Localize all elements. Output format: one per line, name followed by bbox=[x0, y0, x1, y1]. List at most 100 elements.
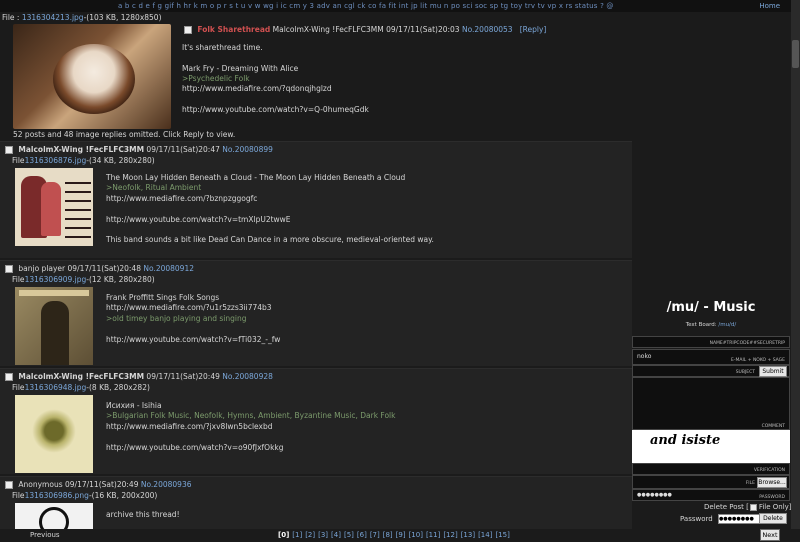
page-link[interactable]: [5] bbox=[344, 531, 354, 539]
reply-line bbox=[106, 432, 606, 442]
comment-textarea[interactable]: COMMENT bbox=[632, 377, 790, 430]
page-link[interactable]: [6] bbox=[357, 531, 367, 539]
submit-button[interactable]: Submit bbox=[759, 366, 787, 377]
delete-password-input[interactable]: ●●●●●●●● bbox=[717, 514, 760, 524]
reply-greentext: >old timey banjo playing and singing bbox=[106, 313, 247, 323]
op-file-label: File : bbox=[2, 13, 22, 22]
delete-post-row: Delete Post [File Only] bbox=[704, 503, 792, 511]
op-thumbnail-image[interactable] bbox=[13, 24, 171, 129]
reply-file-info: File1316306948.jpg-(8 KB, 280x282) bbox=[12, 383, 150, 392]
text-board-link[interactable]: /mu/d/ bbox=[718, 322, 736, 328]
board-title: /mu/ - Music bbox=[666, 300, 756, 315]
page-link[interactable]: [11] bbox=[426, 531, 440, 539]
subject-row: SUBJECT Submit bbox=[632, 365, 790, 377]
browse-button[interactable]: Browse... bbox=[757, 477, 787, 488]
reply-thumbnail-image[interactable] bbox=[15, 395, 93, 473]
post-form-panel: /mu/ - Music Text Board: /mu/d/ NAME#TRI… bbox=[632, 300, 792, 530]
op-line: It's sharethread time. bbox=[182, 43, 263, 52]
reply-link[interactable]: http://www.mediafire.com/?bznpzggogfc bbox=[106, 194, 606, 204]
delete-post-label: Delete Post [ bbox=[704, 503, 749, 511]
page-link[interactable]: [13] bbox=[461, 531, 475, 539]
delete-password-label: Password bbox=[680, 515, 713, 523]
delete-button[interactable]: Delete bbox=[759, 513, 787, 524]
reply-line: The Moon Lay Hidden Beneath a Cloud - Th… bbox=[106, 173, 406, 182]
page-link[interactable]: [1] bbox=[292, 531, 302, 539]
op-link[interactable]: http://www.mediafire.com/?qdonqjhglzd bbox=[182, 84, 612, 94]
reply-link[interactable]: http://www.youtube.com/watch?v=o90fJxfOk… bbox=[106, 443, 606, 453]
scrollbar-thumb[interactable] bbox=[792, 40, 799, 68]
reply-poster-name: Anonymous bbox=[18, 480, 63, 489]
op-post-number[interactable]: No.20080053 bbox=[462, 25, 513, 34]
previous-label: Previous bbox=[30, 531, 60, 539]
file-label: FILE bbox=[745, 481, 755, 486]
reply-header: banjo player 09/17/11(Sat)20:48 No.20080… bbox=[5, 264, 194, 273]
board-list[interactable]: a b c d e f g gif h hr k m o p r s t u v… bbox=[118, 0, 614, 12]
page-link[interactable]: [12] bbox=[443, 531, 457, 539]
reply-file-info: File1316306876.jpg-(34 KB, 280x280) bbox=[12, 156, 155, 165]
name-label: NAME#TRIPCODE##SECURETRIP bbox=[709, 341, 785, 346]
scrollbar[interactable] bbox=[791, 0, 800, 542]
page-link[interactable]: [9] bbox=[396, 531, 406, 539]
text-board-label: Text Board: bbox=[685, 322, 719, 328]
board-navigation-bar: a b c d e f g gif h hr k m o p r s t u v… bbox=[0, 0, 800, 12]
page-link[interactable]: [15] bbox=[495, 531, 509, 539]
comment-label: COMMENT bbox=[761, 424, 785, 429]
page-list: [0] [1] [2] [3] [4] [5] [6] [7] [8] [9] [10] [11] [1… bbox=[278, 529, 513, 541]
reply-link[interactable]: http://www.mediafire.com/?jxv8lwn5bclexb… bbox=[106, 422, 606, 432]
op-delete-checkbox[interactable] bbox=[184, 26, 192, 34]
captcha-text: and isiste bbox=[650, 433, 721, 448]
verification-row[interactable]: VERIFICATION bbox=[632, 463, 790, 475]
page-link[interactable]: [0] bbox=[278, 531, 289, 539]
reply-poster-name: banjo player bbox=[18, 264, 66, 273]
page-link[interactable]: [7] bbox=[370, 531, 380, 539]
page-link[interactable]: [2] bbox=[305, 531, 315, 539]
reply-link[interactable]: http://www.youtube.com/watch?v=tmXlpU2tw… bbox=[106, 215, 606, 225]
op-reply-link[interactable]: [Reply] bbox=[520, 25, 547, 34]
password-input[interactable]: ●●●●●●●● bbox=[635, 491, 672, 500]
reply-delete-checkbox[interactable] bbox=[5, 265, 13, 273]
reply-thumbnail-image[interactable] bbox=[15, 168, 93, 246]
reply-file-meta: -(8 KB, 280x282) bbox=[86, 383, 150, 392]
reply-file-link[interactable]: 1316306948.jpg bbox=[25, 383, 87, 392]
coffee-cup-image bbox=[53, 44, 135, 114]
name-row: NAME#TRIPCODE##SECURETRIP bbox=[632, 336, 790, 348]
reply-line: This band sounds a bit like Dead Can Dan… bbox=[106, 235, 434, 245]
reply-delete-checkbox[interactable] bbox=[5, 481, 13, 489]
reply-post-number[interactable]: No.20080928 bbox=[222, 372, 273, 381]
reply-post: MalcolmX-Wing !FecFLFC3MM 09/17/11(Sat)2… bbox=[0, 368, 632, 474]
reply-line bbox=[106, 324, 606, 334]
email-label: E-MAIL + NOKO + SAGE bbox=[731, 358, 785, 363]
ornament-emblem bbox=[32, 409, 76, 453]
op-file-meta: -(103 KB, 1280x850) bbox=[83, 13, 162, 22]
page-link[interactable]: [3] bbox=[318, 531, 328, 539]
reply-delete-checkbox[interactable] bbox=[5, 146, 13, 154]
reply-post-number[interactable]: No.20080899 bbox=[222, 145, 273, 154]
op-link[interactable]: http://www.youtube.com/watch?v=Q-0humeqG… bbox=[182, 105, 612, 115]
op-file-link[interactable]: 1316304213.jpg bbox=[22, 13, 84, 22]
reply-header: MalcolmX-Wing !FecFLFC3MM 09/17/11(Sat)2… bbox=[5, 372, 273, 381]
op-line bbox=[182, 53, 612, 63]
reply-delete-checkbox[interactable] bbox=[5, 373, 13, 381]
reply-file-link[interactable]: 1316306876.jpg bbox=[25, 156, 87, 165]
reply-link[interactable]: http://www.youtube.com/watch?v=fTi032_-_… bbox=[106, 335, 606, 345]
home-link[interactable]: Home bbox=[759, 0, 780, 12]
page-link[interactable]: [8] bbox=[383, 531, 393, 539]
reply-link[interactable]: http://www.mediafire.com/?u1r5zzs3ii774b… bbox=[106, 303, 606, 313]
reply-date: 09/17/11(Sat)20:49 bbox=[65, 480, 139, 489]
reply-thumbnail-image[interactable] bbox=[15, 503, 93, 530]
page-link[interactable]: [14] bbox=[478, 531, 492, 539]
reply-post: MalcolmX-Wing !FecFLFC3MM 09/17/11(Sat)2… bbox=[0, 141, 632, 258]
file-only-checkbox[interactable] bbox=[749, 503, 757, 511]
reply-thumbnail-image[interactable] bbox=[15, 287, 93, 365]
page-link[interactable]: [4] bbox=[331, 531, 341, 539]
reply-post-number[interactable]: No.20080912 bbox=[143, 264, 194, 273]
reply-file-link[interactable]: 1316306909.jpg bbox=[25, 275, 87, 284]
logo-circle bbox=[39, 507, 69, 530]
next-button[interactable]: Next bbox=[760, 529, 780, 541]
email-input[interactable]: noko bbox=[635, 352, 705, 363]
text-board-line: Text Board: /mu/d/ bbox=[632, 322, 790, 328]
reply-file-link[interactable]: 1316306986.png bbox=[25, 491, 89, 500]
reply-post-number[interactable]: No.20080936 bbox=[141, 480, 192, 489]
reply-file-info: File1316306986.png-(16 KB, 200x200) bbox=[12, 491, 158, 500]
page-link[interactable]: [10] bbox=[409, 531, 423, 539]
